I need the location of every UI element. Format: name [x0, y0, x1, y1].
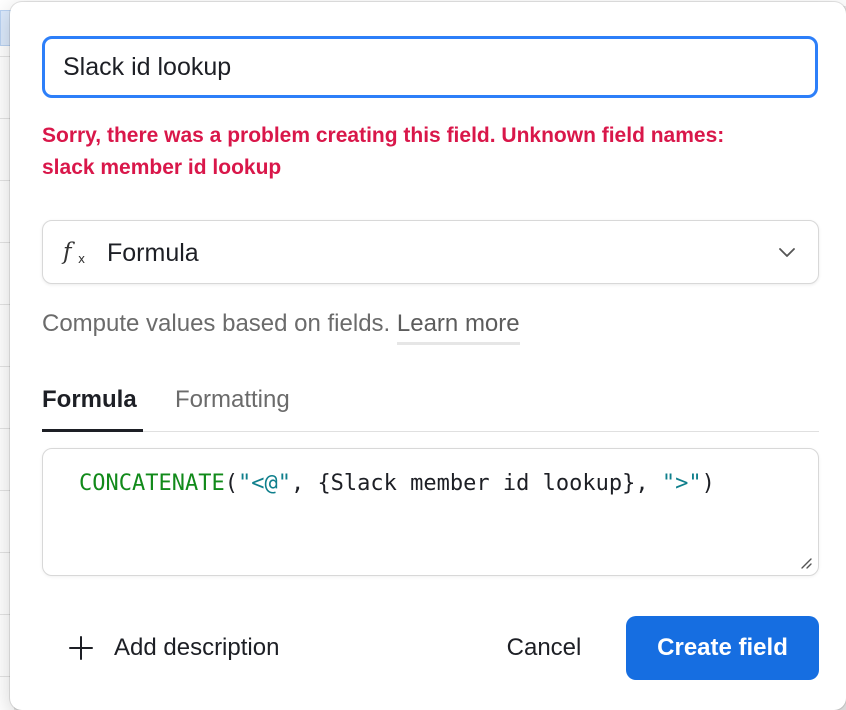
formula-field-reference: {Slack member id lookup}	[317, 471, 636, 496]
error-message-line1: Sorry, there was a problem creating this…	[42, 124, 725, 147]
formula-fx-icon: fx	[63, 239, 86, 266]
field-type-help: Compute values based on fields. Learn mo…	[42, 310, 520, 345]
error-message: Sorry, there was a problem creating this…	[42, 120, 818, 184]
formula-function: CONCATENATE	[79, 471, 225, 496]
create-field-button[interactable]: Create field	[626, 616, 819, 680]
add-description-button[interactable]: Add description	[68, 630, 279, 666]
error-message-line2: slack member id lookup	[42, 156, 282, 179]
plus-icon	[69, 636, 93, 660]
add-description-label: Add description	[114, 634, 280, 661]
formula-separator-1: ,	[290, 471, 318, 496]
formula-close-paren: )	[701, 471, 715, 496]
editor-tabs: Formula Formatting	[42, 386, 819, 432]
formula-open-paren: (	[224, 471, 238, 496]
field-name-input[interactable]	[42, 36, 818, 98]
formula-string-1: "<@"	[237, 471, 291, 496]
field-type-dropdown[interactable]: fx Formula	[42, 220, 819, 284]
help-text: Compute values based on fields.	[42, 310, 391, 337]
formula-text[interactable]: CONCATENATE("<@", {Slack member id looku…	[79, 471, 715, 496]
formula-separator-2: ,	[635, 471, 662, 496]
cancel-button[interactable]: Cancel	[480, 616, 608, 680]
formula-string-2: ">"	[661, 471, 702, 496]
tab-formatting[interactable]: Formatting	[175, 386, 290, 431]
field-type-label: Formula	[107, 239, 199, 267]
formula-editor[interactable]: CONCATENATE("<@", {Slack member id looku…	[42, 448, 819, 576]
field-editor-dialog: Sorry, there was a problem creating this…	[10, 2, 846, 710]
learn-more-link[interactable]: Learn more	[396, 310, 520, 345]
resize-handle-icon[interactable]	[798, 555, 812, 569]
chevron-down-icon	[779, 248, 795, 257]
tab-formula[interactable]: Formula	[42, 386, 143, 432]
